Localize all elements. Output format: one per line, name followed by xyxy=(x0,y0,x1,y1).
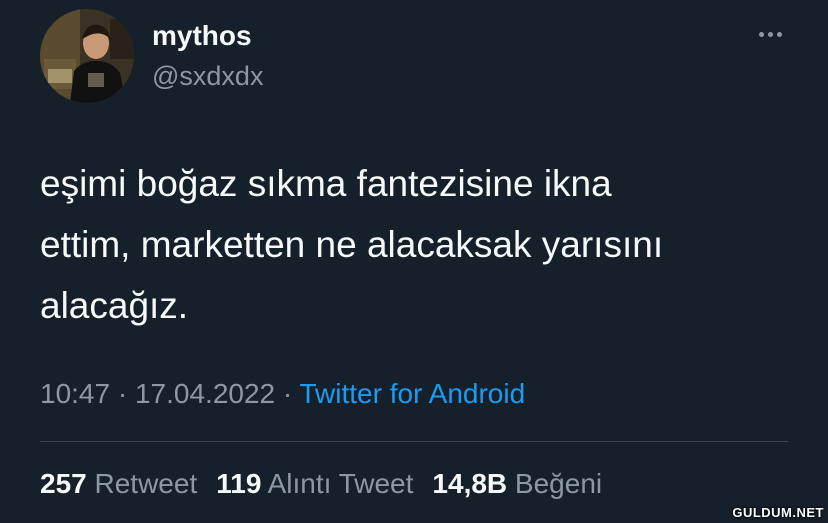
quotes-stat[interactable]: 119 Alıntı Tweet xyxy=(216,466,413,502)
like-count: 14,8B xyxy=(432,468,508,499)
display-name[interactable]: mythos xyxy=(152,19,252,53)
watermark: GULDUM.NET xyxy=(732,505,824,520)
meta-separator: · xyxy=(275,378,300,409)
retweet-count: 257 xyxy=(40,468,87,499)
divider xyxy=(40,441,788,442)
avatar[interactable] xyxy=(40,9,134,103)
tweet-stats: 257 Retweet 119 Alıntı Tweet 14,8B Beğen… xyxy=(40,466,602,502)
more-options-button[interactable] xyxy=(750,22,790,46)
ellipsis-icon xyxy=(776,31,782,37)
like-label: Beğeni xyxy=(514,468,603,499)
tweet-date[interactable]: 17.04.2022 xyxy=(135,378,275,409)
tweet-source-link[interactable]: Twitter for Android xyxy=(300,378,526,409)
tweet-card: mythos @sxdxdx eşimi boğaz sıkma fantezi… xyxy=(0,0,828,523)
likes-stat[interactable]: 14,8B Beğeni xyxy=(432,466,602,502)
tweet-meta: 10:47 · 17.04.2022 · Twitter for Android xyxy=(40,376,525,412)
retweet-label: Retweet xyxy=(94,468,198,499)
meta-separator: · xyxy=(110,378,135,409)
quote-label: Alıntı Tweet xyxy=(267,468,414,499)
profile-photo-icon xyxy=(40,9,134,103)
retweets-stat[interactable]: 257 Retweet xyxy=(40,466,197,502)
user-handle[interactable]: @sxdxdx xyxy=(152,59,263,93)
tweet-text: eşimi boğaz sıkma fantezisine ikna ettim… xyxy=(40,163,664,326)
quote-count: 119 xyxy=(216,468,262,499)
tweet-time[interactable]: 10:47 xyxy=(40,378,110,409)
ellipsis-icon xyxy=(758,31,764,37)
ellipsis-icon xyxy=(767,31,773,37)
